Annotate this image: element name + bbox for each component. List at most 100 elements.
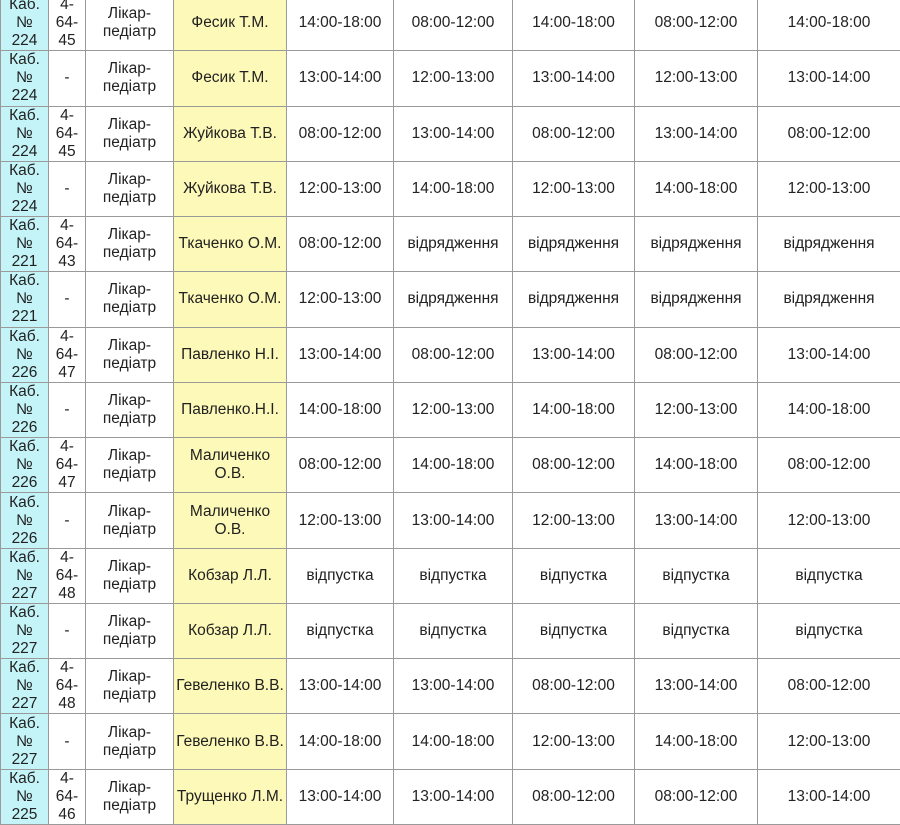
schedule-cell: 08:00-12:00 (286, 437, 394, 494)
schedule-cell: 12:00-13:00 (634, 50, 758, 107)
phone-cell: - (48, 271, 86, 328)
schedule-cell: 14:00-18:00 (393, 160, 513, 218)
schedule-cell: 12:00-13:00 (286, 271, 394, 328)
doctor-cell: Гевеленко В.В. (173, 713, 287, 770)
schedule-cell: відрядження (393, 216, 513, 273)
schedule-cell: 13:00-14:00 (393, 768, 513, 825)
schedule-cell: 08:00-12:00 (757, 437, 900, 494)
table-row: Каб. № 227- Лікар-педіатр Кобзар Л.Л. відпу… (0, 602, 900, 660)
room-cell: Каб. № 221 (0, 271, 49, 328)
schedule-cell: 13:00-14:00 (286, 768, 394, 825)
role-cell: Лікар-педіатр (85, 492, 174, 549)
schedule-cell: 12:00-13:00 (757, 492, 900, 549)
room-cell: Каб. № 224 (0, 0, 49, 52)
schedule-cell: 08:00-12:00 (512, 658, 635, 715)
schedule-cell: відпустка (286, 547, 394, 604)
role-cell: Лікар-педіатр (85, 602, 174, 660)
schedule-cell: 13:00-14:00 (393, 492, 513, 549)
schedule-cell: 14:00-18:00 (286, 713, 394, 770)
schedule-cell: відрядження (757, 271, 900, 328)
schedule-cell: 08:00-12:00 (393, 326, 513, 383)
schedule-cell: 13:00-14:00 (634, 658, 758, 715)
phone-cell: - (48, 381, 86, 439)
room-cell: Каб. № 226 (0, 437, 49, 494)
schedule-cell: 13:00-14:00 (634, 492, 758, 549)
role-cell: Лікар-педіатр (85, 0, 174, 52)
phone-cell: 4-64-48 (48, 547, 86, 604)
table-row: Каб. № 226 4-64-47 Лікар-педіатр Маличенко … (0, 437, 900, 494)
table-row: Каб. № 221- Лікар-педіатр Ткаченко О.М. 12:… (0, 271, 900, 328)
schedule-cell: 08:00-12:00 (393, 0, 513, 52)
schedule-cell: 13:00-14:00 (757, 50, 900, 107)
room-cell: Каб. № 227 (0, 602, 49, 660)
doctor-cell: Кобзар Л.Л. (173, 547, 287, 604)
schedule-cell: відрядження (634, 216, 758, 273)
role-cell: Лікар-педіатр (85, 658, 174, 715)
schedule-cell: 13:00-14:00 (393, 105, 513, 162)
schedule-cell: 14:00-18:00 (286, 0, 394, 52)
doctor-cell: Павленко Н.І. (173, 326, 287, 383)
schedule-cell: 14:00-18:00 (634, 160, 758, 218)
phone-cell: 4-64-45 (48, 105, 86, 162)
schedule-cell: відпустка (634, 547, 758, 604)
doctor-cell: Трущенко Л.М. (173, 768, 287, 825)
role-cell: Лікар-педіатр (85, 713, 174, 770)
schedule-cell: відрядження (512, 216, 635, 273)
table-row: Каб. № 224 4-64-45 Лікар-педіатр Фесик Т.М.… (0, 0, 900, 52)
schedule-table: Каб. № 224 4-64-45 Лікар-педіатр Фесик Т.М.… (0, 0, 900, 825)
doctor-cell: Ткаченко О.М. (173, 216, 287, 273)
role-cell: Лікар-педіатр (85, 326, 174, 383)
schedule-cell: відрядження (634, 271, 758, 328)
table-row: Каб. № 226- Лікар-педіатр Павленко.Н.І. 14:… (0, 381, 900, 439)
schedule-cell: 08:00-12:00 (286, 105, 394, 162)
doctor-cell: Маличенко О.В. (173, 437, 287, 494)
phone-cell: - (48, 492, 86, 549)
schedule-cell: відпустка (634, 602, 758, 660)
schedule-cell: 08:00-12:00 (757, 658, 900, 715)
schedule-cell: 12:00-13:00 (512, 492, 635, 549)
table-row: Каб. № 227- Лікар-педіатр Гевеленко В.В. 14… (0, 713, 900, 770)
schedule-cell: 13:00-14:00 (634, 105, 758, 162)
schedule-cell: 13:00-14:00 (286, 50, 394, 107)
schedule-cell: 13:00-14:00 (286, 326, 394, 383)
table-row: Каб. № 226- Лікар-педіатр Маличенко О.В. 12… (0, 492, 900, 549)
schedule-cell: 12:00-13:00 (393, 50, 513, 107)
schedule-cell: 14:00-18:00 (757, 381, 900, 439)
schedule-cell: 14:00-18:00 (634, 713, 758, 770)
schedule-cell: 14:00-18:00 (634, 437, 758, 494)
role-cell: Лікар-педіатр (85, 437, 174, 494)
schedule-cell: відпустка (393, 602, 513, 660)
schedule-cell: відпустка (286, 602, 394, 660)
role-cell: Лікар-педіатр (85, 216, 174, 273)
table-row: Каб. № 221 4-64-43 Лікар-педіатр Ткаченко О… (0, 216, 900, 273)
doctor-cell: Маличенко О.В. (173, 492, 287, 549)
schedule-cell: 14:00-18:00 (286, 381, 394, 439)
schedule-cell: 12:00-13:00 (512, 713, 635, 770)
room-cell: Каб. № 227 (0, 713, 49, 770)
schedule-cell: 14:00-18:00 (393, 713, 513, 770)
room-cell: Каб. № 227 (0, 658, 49, 715)
schedule-cell: відрядження (757, 216, 900, 273)
schedule-cell: 08:00-12:00 (634, 768, 758, 825)
phone-cell: 4-64-45 (48, 0, 86, 52)
schedule-cell: 12:00-13:00 (634, 381, 758, 439)
doctor-cell: Гевеленко В.В. (173, 658, 287, 715)
schedule-cell: 13:00-14:00 (286, 658, 394, 715)
schedule-cell: відрядження (512, 271, 635, 328)
phone-cell: 4-64-47 (48, 437, 86, 494)
role-cell: Лікар-педіатр (85, 50, 174, 107)
room-cell: Каб. № 221 (0, 216, 49, 273)
schedule-cell: відпустка (512, 602, 635, 660)
schedule-cell: 08:00-12:00 (512, 768, 635, 825)
schedule-cell: 08:00-12:00 (512, 437, 635, 494)
schedule-cell: 13:00-14:00 (757, 326, 900, 383)
schedule-cell: відпустка (512, 547, 635, 604)
schedule-cell: 14:00-18:00 (512, 0, 635, 52)
schedule-cell: 14:00-18:00 (393, 437, 513, 494)
room-cell: Каб. № 226 (0, 381, 49, 439)
schedule-cell: 13:00-14:00 (757, 768, 900, 825)
schedule-cell: 13:00-14:00 (393, 658, 513, 715)
schedule-cell: 12:00-13:00 (286, 492, 394, 549)
role-cell: Лікар-педіатр (85, 160, 174, 218)
schedule-cell: відпустка (757, 602, 900, 660)
